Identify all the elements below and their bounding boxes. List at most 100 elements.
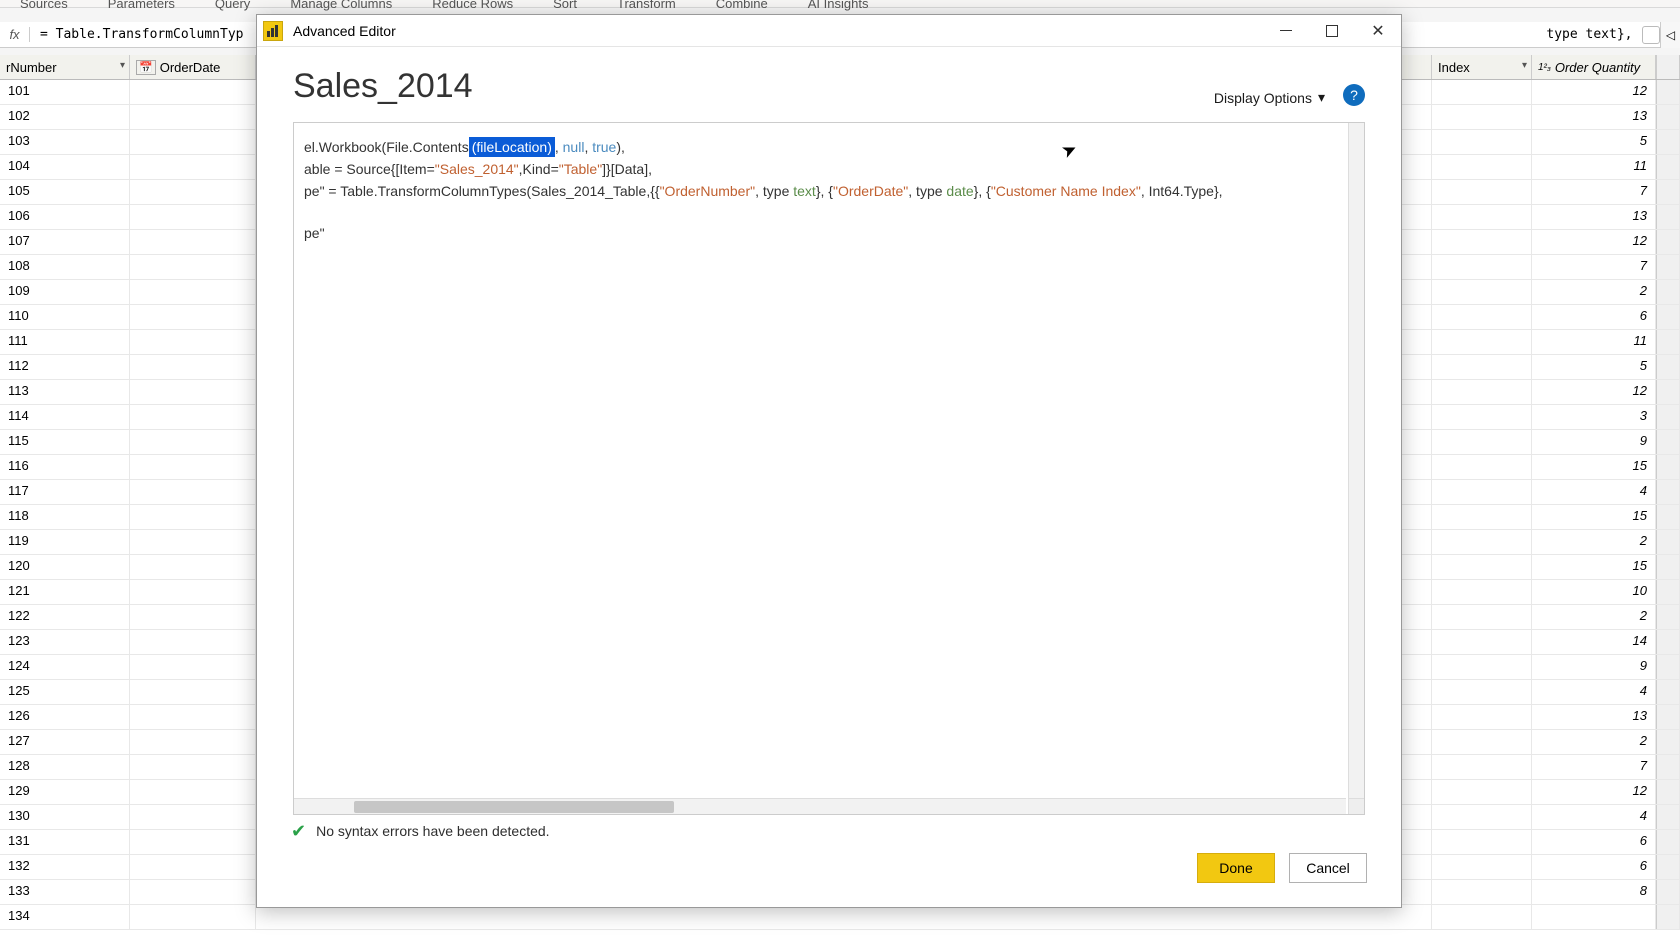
cell-order-qty: 3 (1532, 405, 1656, 429)
cell-index (1432, 480, 1532, 504)
column-header-index[interactable]: Index ▾ (1432, 55, 1532, 79)
cell-scroll (1656, 155, 1680, 179)
cell-row-number: 125 (0, 680, 130, 704)
column-header-order-qty[interactable]: 1²₃ Order Quantity (1532, 55, 1656, 79)
formula-theme-chip[interactable] (1642, 26, 1660, 44)
display-options-dropdown[interactable]: Display Options ▾ (1214, 89, 1325, 106)
cell-order-date (130, 205, 256, 229)
editor-horizontal-scrollbar[interactable] (294, 798, 1346, 814)
cell-index (1432, 330, 1532, 354)
column-header-order-date[interactable]: 📅 OrderDate (130, 55, 256, 79)
cell-order-qty: 5 (1532, 130, 1656, 154)
dialog-titlebar[interactable]: Advanced Editor ✕ (257, 15, 1401, 47)
cell-order-qty: 14 (1532, 630, 1656, 654)
dialog-title: Advanced Editor (293, 23, 396, 39)
cell-scroll (1656, 405, 1680, 429)
cell-order-date (130, 755, 256, 779)
cell-order-date (130, 280, 256, 304)
cell-order-qty: 15 (1532, 555, 1656, 579)
cell-row-number: 106 (0, 205, 130, 229)
calendar-icon: 📅 (136, 60, 156, 75)
cell-index (1432, 555, 1532, 579)
scrollbar-track-header (1656, 55, 1680, 79)
cell-order-qty: 5 (1532, 355, 1656, 379)
minimize-button[interactable] (1263, 15, 1309, 47)
cell-order-qty: 11 (1532, 155, 1656, 179)
chevron-down-icon[interactable]: ▾ (1522, 60, 1527, 71)
cell-row-number: 121 (0, 580, 130, 604)
cell-order-date (130, 180, 256, 204)
cell-order-qty: 6 (1532, 830, 1656, 854)
cell-index (1432, 630, 1532, 654)
cell-index (1432, 430, 1532, 454)
cell-row-number: 105 (0, 180, 130, 204)
help-icon: ? (1350, 87, 1358, 103)
code-editor[interactable]: el.Workbook(File.Contents(fileLocation),… (294, 123, 1364, 796)
checkmark-icon: ✔ (291, 821, 306, 842)
cell-index (1432, 580, 1532, 604)
cell-row-number: 120 (0, 555, 130, 579)
column-header-row-number[interactable]: rNumber ▾ (0, 55, 130, 79)
cell-scroll (1656, 230, 1680, 254)
chevron-down-icon: ▾ (1318, 89, 1325, 106)
editor-vertical-scrollbar[interactable] (1348, 123, 1364, 798)
cell-index (1432, 80, 1532, 104)
cell-row-number: 134 (0, 905, 130, 929)
table-row[interactable]: 134 (0, 905, 1680, 930)
right-pane-toggle[interactable]: ◁ (1660, 22, 1680, 48)
minimize-icon (1280, 30, 1292, 31)
cell-index (1432, 805, 1532, 829)
cell-order-qty: 2 (1532, 280, 1656, 304)
ribbon-group: Sort (553, 0, 577, 11)
ribbon-group: Parameters (108, 0, 175, 11)
cell-order-date (130, 855, 256, 879)
cell-row-number: 113 (0, 380, 130, 404)
number-type-icon: 1²₃ (1538, 62, 1551, 73)
cell-scroll (1656, 705, 1680, 729)
cell-scroll (1656, 855, 1680, 879)
cell-scroll (1656, 630, 1680, 654)
maximize-button[interactable] (1309, 15, 1355, 47)
cell-order-qty: 10 (1532, 580, 1656, 604)
close-button[interactable]: ✕ (1355, 15, 1401, 47)
close-icon: ✕ (1371, 21, 1384, 41)
cell-index (1432, 755, 1532, 779)
cell-row-number: 115 (0, 430, 130, 454)
advanced-editor-dialog: Advanced Editor ✕ Sales_2014 Display Opt… (256, 14, 1402, 908)
selected-parameter[interactable]: (fileLocation) (469, 137, 555, 157)
chevron-down-icon[interactable]: ▾ (120, 60, 125, 71)
cell-row-number: 116 (0, 455, 130, 479)
cell-scroll (1656, 80, 1680, 104)
fx-icon[interactable]: fx (0, 27, 30, 42)
help-button[interactable]: ? (1343, 84, 1365, 106)
cell-scroll (1656, 430, 1680, 454)
cell-order-date (130, 330, 256, 354)
cell-order-qty: 2 (1532, 730, 1656, 754)
ribbon-group: Manage Columns (290, 0, 392, 11)
cell-order-date (130, 630, 256, 654)
done-button[interactable]: Done (1197, 853, 1275, 883)
cell-row-number: 108 (0, 255, 130, 279)
cancel-button[interactable]: Cancel (1289, 853, 1367, 883)
cell-row-number: 107 (0, 230, 130, 254)
cell-order-date (130, 805, 256, 829)
scrollbar-thumb[interactable] (354, 801, 674, 813)
cell-order-qty: 2 (1532, 605, 1656, 629)
cell-row-number: 104 (0, 155, 130, 179)
cell-scroll (1656, 605, 1680, 629)
cell-scroll (1656, 380, 1680, 404)
cell-scroll (1656, 880, 1680, 904)
cell-scroll (1656, 205, 1680, 229)
cell-scroll (1656, 180, 1680, 204)
cell-scroll (1656, 555, 1680, 579)
cell-row-number: 119 (0, 530, 130, 554)
cell-scroll (1656, 455, 1680, 479)
cell-index (1432, 705, 1532, 729)
cell-index (1432, 205, 1532, 229)
cell-row-number: 118 (0, 505, 130, 529)
cell-row-number: 117 (0, 480, 130, 504)
cell-order-date (130, 480, 256, 504)
cell-row-number: 123 (0, 630, 130, 654)
cell-index (1432, 880, 1532, 904)
cell-row-number: 102 (0, 105, 130, 129)
